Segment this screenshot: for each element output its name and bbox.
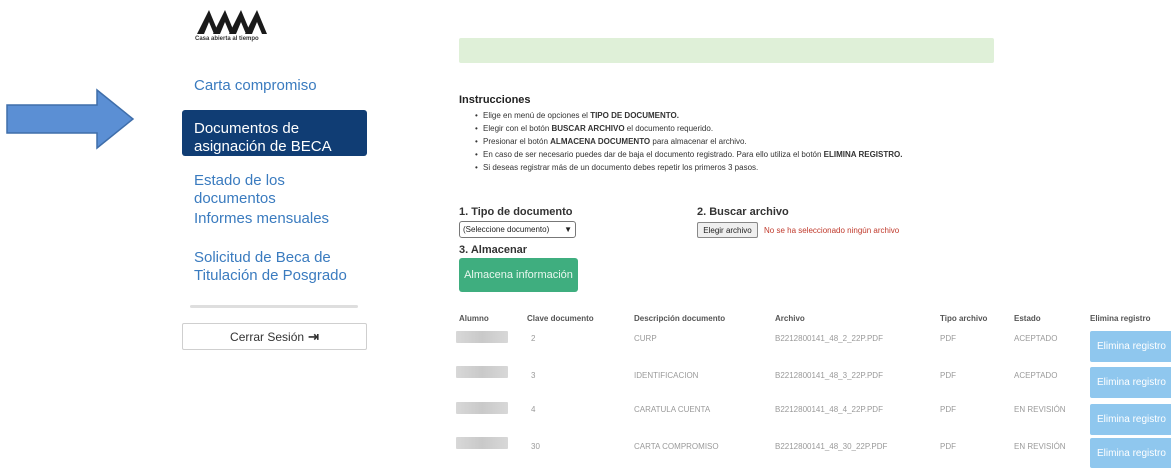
cell-clave: 4: [531, 405, 536, 414]
redacted-student-id: [456, 366, 508, 378]
col-header-elimina: Elimina registro: [1090, 314, 1151, 323]
cell-clave: 2: [531, 334, 536, 343]
sidebar-item-estado-documentos[interactable]: Estado de los documentos: [182, 172, 367, 208]
redacted-student-id: [456, 331, 508, 343]
col-header-tipo: Tipo archivo: [940, 314, 988, 323]
cell-tipo: PDF: [940, 442, 956, 451]
no-file-text: No se ha seleccionado ningún archivo: [764, 226, 900, 235]
cell-tipo: PDF: [940, 371, 956, 380]
col-header-descripcion: Descripción documento: [634, 314, 726, 323]
sidebar-item-documentos-beca[interactable]: Documentos de asignación de BECA: [182, 110, 367, 156]
instructions-title: Instrucciones: [459, 94, 531, 106]
logout-icon: ⇥: [308, 329, 319, 344]
cell-estado: ACEPTADO: [1014, 334, 1058, 343]
logout-label: Cerrar Sesión: [230, 329, 305, 344]
cell-estado: ACEPTADO: [1014, 371, 1058, 380]
sidebar-item-informes-mensuales[interactable]: Informes mensuales: [182, 210, 367, 228]
cell-estado: EN REVISIÓN: [1014, 442, 1066, 451]
logo: Casa abierta al tiempo: [195, 8, 285, 48]
cell-descripcion: CURP: [634, 334, 657, 343]
redacted-student-id: [456, 437, 508, 449]
instruction-item: Presionar el botón ALMACENA DOCUMENTO pa…: [475, 135, 902, 148]
instruction-item: Si deseas registrar más de un documento …: [475, 161, 902, 174]
cell-descripcion: CARTA COMPROMISO: [634, 442, 719, 451]
delete-record-button[interactable]: Elimina registro: [1090, 404, 1171, 435]
instruction-item: En caso de ser necesario puedes dar de b…: [475, 148, 902, 161]
col-header-alumno: Alumno: [459, 314, 489, 323]
instruction-item: Elegir con el botón BUSCAR ARCHIVO el do…: [475, 122, 902, 135]
message-bar: [459, 38, 994, 63]
chevron-down-icon: ▼: [564, 225, 572, 234]
logout-button[interactable]: Cerrar Sesión ⇥: [182, 323, 367, 350]
document-type-select[interactable]: (Seleccione documento) ▼: [459, 221, 576, 238]
cell-clave: 3: [531, 371, 536, 380]
pointer-arrow-icon: [5, 88, 135, 150]
cell-archivo: B2212800141_48_4_22P.PDF: [775, 405, 883, 414]
cell-clave: 30: [531, 442, 540, 451]
sidebar-item-carta-compromiso[interactable]: Carta compromiso: [182, 77, 367, 95]
choose-file-button[interactable]: Elegir archivo: [697, 222, 758, 238]
delete-record-button[interactable]: Elimina registro: [1090, 367, 1171, 398]
cell-archivo: B2212800141_48_30_22P.PDF: [775, 442, 888, 451]
instruction-item: Elige en menú de opciones el TIPO DE DOC…: [475, 109, 902, 122]
logo-tagline: Casa abierta al tiempo: [195, 36, 259, 42]
cell-tipo: PDF: [940, 334, 956, 343]
sidebar-divider: [190, 305, 358, 308]
col-header-archivo: Archivo: [775, 314, 805, 323]
cell-estado: EN REVISIÓN: [1014, 405, 1066, 414]
delete-record-button[interactable]: Elimina registro: [1090, 331, 1171, 362]
col-header-estado: Estado: [1014, 314, 1041, 323]
document-type-value: (Seleccione documento): [463, 225, 550, 234]
cell-archivo: B2212800141_48_2_22P.PDF: [775, 334, 883, 343]
step3-label: 3. Almacenar: [459, 244, 528, 256]
col-header-clave: Clave documento: [527, 314, 594, 323]
cell-tipo: PDF: [940, 405, 956, 414]
delete-record-button[interactable]: Elimina registro: [1090, 438, 1171, 468]
step2-label: 2. Buscar archivo: [697, 206, 789, 218]
sidebar-item-solicitud-beca[interactable]: Solicitud de Beca de Titulación de Posgr…: [182, 249, 367, 285]
step1-label: 1. Tipo de documento: [459, 206, 573, 218]
redacted-student-id: [456, 402, 508, 414]
instructions-list: Elige en menú de opciones el TIPO DE DOC…: [475, 109, 902, 174]
uam-logo-icon: [197, 10, 267, 34]
store-button[interactable]: Almacena información: [459, 258, 578, 292]
cell-descripcion: CARATULA CUENTA: [634, 405, 711, 414]
cell-descripcion: IDENTIFICACION: [634, 371, 699, 380]
cell-archivo: B2212800141_48_3_22P.PDF: [775, 371, 883, 380]
